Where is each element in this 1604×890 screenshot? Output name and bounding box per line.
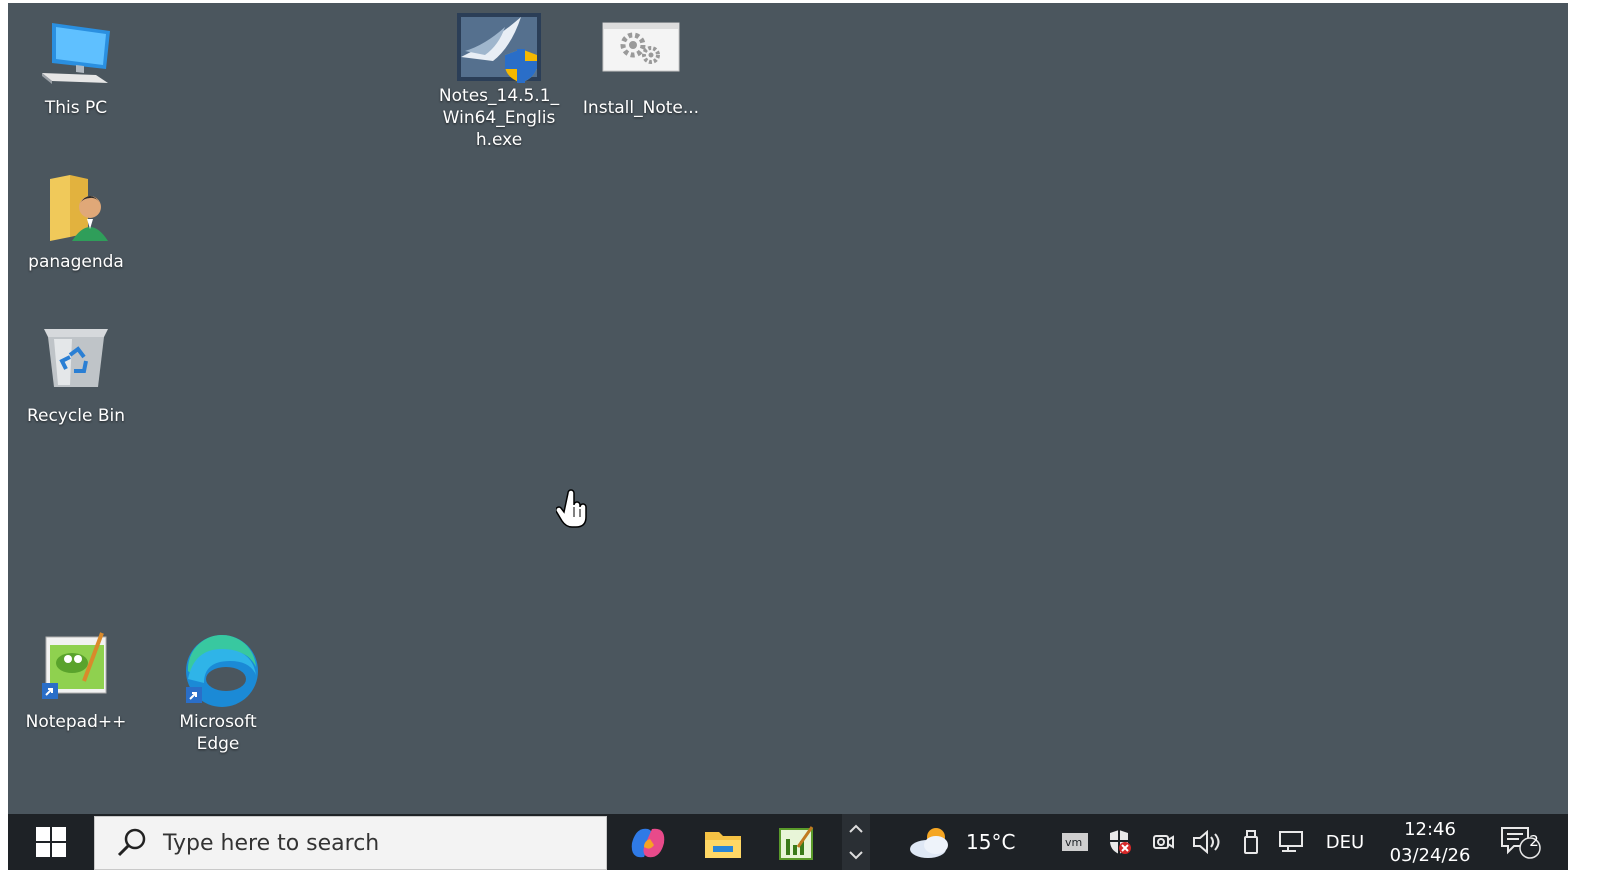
edge-icon: [174, 631, 262, 709]
action-center-button[interactable]: 2: [1494, 814, 1546, 870]
clock-date: 03/24/26: [1389, 845, 1471, 866]
tray-language[interactable]: DEU: [1320, 814, 1370, 870]
taskbar: Type here to search 15°C vm DEU 12:46 03…: [8, 814, 1568, 870]
taskbar-file-explorer[interactable]: [701, 822, 745, 864]
desktop-icon-notes-installer[interactable]: Notes_14.5.1_ Win64_Englis h.exe: [431, 11, 567, 151]
taskbar-copilot[interactable]: [626, 822, 670, 864]
file-explorer-icon: [705, 832, 741, 858]
tray-network[interactable]: [1276, 814, 1310, 870]
taskbar-app-editor[interactable]: [775, 822, 819, 864]
language-indicator: DEU: [1325, 831, 1365, 853]
desktop-icon-label: This PC: [44, 98, 108, 118]
chevron-up-down-icon: [849, 824, 863, 860]
tray-security[interactable]: [1104, 814, 1134, 870]
weather-temperature: 15°C: [966, 830, 1016, 854]
network-icon: [1279, 831, 1303, 852]
installer-shield-icon: [455, 11, 543, 83]
taskbar-overflow-scroll[interactable]: [842, 814, 870, 870]
search-placeholder: Type here to search: [163, 830, 380, 856]
copilot-icon: [631, 828, 665, 858]
tray-meet-now[interactable]: [1148, 814, 1178, 870]
editor-chart-icon: [779, 826, 814, 860]
desktop-icon-label: Notepad++: [25, 712, 127, 732]
speaker-icon: [1193, 830, 1220, 854]
hand-cursor-icon: [555, 489, 592, 529]
desktop-icon-label: Recycle Bin: [26, 406, 125, 426]
this-pc-icon: [32, 17, 120, 95]
tray-vmware[interactable]: vm: [1060, 814, 1090, 870]
tray-usb[interactable]: [1236, 814, 1266, 870]
tray-volume[interactable]: [1190, 814, 1224, 870]
taskbar-search-box[interactable]: Type here to search: [94, 816, 607, 870]
desktop-icon-label: panagenda: [28, 252, 124, 272]
settings-script-icon: [597, 17, 685, 95]
search-icon: [117, 828, 146, 857]
svg-text:vm: vm: [1065, 836, 1082, 849]
notification-count: 2: [1529, 832, 1539, 850]
windows-logo-icon: [36, 827, 66, 857]
desktop: This PC panagenda Recycle Bin Notes_14.5…: [8, 3, 1568, 870]
taskbar-clock[interactable]: 12:46 03/24/26: [1380, 814, 1480, 870]
clock-time: 12:46: [1404, 819, 1456, 840]
camera-icon: [1153, 835, 1174, 849]
start-button[interactable]: [8, 814, 94, 870]
user-folder-icon: [32, 171, 120, 249]
vmware-icon: vm: [1062, 833, 1088, 851]
usb-drive-icon: [1244, 830, 1258, 854]
cloud-sun-icon: [910, 828, 948, 858]
desktop-icon-panagenda[interactable]: panagenda: [8, 171, 144, 273]
shield-warning-icon: [1110, 830, 1131, 854]
desktop-icon-label: Microsoft Edge: [179, 712, 257, 754]
desktop-icon-microsoft-edge[interactable]: Microsoft Edge: [150, 631, 286, 755]
desktop-icon-label: Notes_14.5.1_ Win64_Englis h.exe: [438, 86, 560, 150]
desktop-icon-this-pc[interactable]: This PC: [8, 17, 144, 119]
desktop-icon-recycle-bin[interactable]: Recycle Bin: [8, 325, 144, 427]
desktop-icon-install-notes[interactable]: Install_Note...: [573, 17, 709, 119]
desktop-icon-notepad-plus-plus[interactable]: Notepad++: [8, 631, 144, 733]
weather-widget[interactable]: 15°C: [906, 814, 1026, 870]
desktop-icon-label: Install_Note...: [582, 98, 700, 118]
notepad-plus-plus-icon: [32, 631, 120, 709]
recycle-bin-icon: [32, 325, 120, 403]
